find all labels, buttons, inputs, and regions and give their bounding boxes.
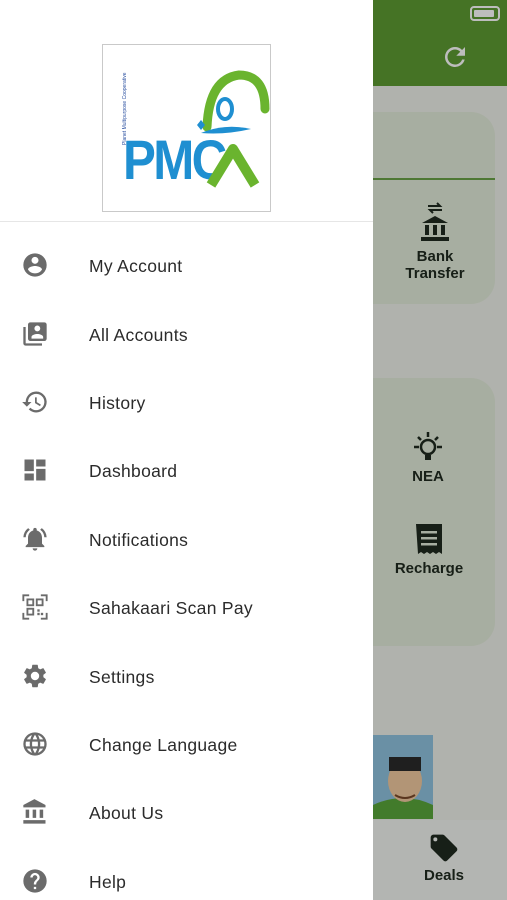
menu-item-change-language[interactable]: Change Language — [0, 713, 373, 773]
account-box-multiple-icon — [23, 322, 47, 346]
logo-figure-icon — [197, 70, 270, 188]
menu-label-dashboard: Dashboard — [89, 461, 178, 481]
menu-label-settings: Settings — [89, 667, 155, 687]
menu-label-notifications: Notifications — [89, 530, 189, 550]
notifications-active-icon — [23, 527, 47, 551]
history-icon — [22, 391, 47, 413]
menu-label-history: History — [89, 393, 146, 413]
menu-item-notifications[interactable]: Notifications — [0, 508, 373, 568]
menu-item-settings[interactable]: Settings — [0, 645, 373, 705]
globe-icon — [23, 732, 47, 756]
help-circle-icon — [23, 869, 47, 893]
drawer-header: Planet Multipurpose Cooperative PMC — [0, 0, 373, 222]
menu-label-help: Help — [89, 872, 127, 892]
menu-item-my-account[interactable]: My Account — [0, 234, 373, 294]
account-circle-icon — [23, 253, 47, 277]
menu-label-my-account: My Account — [89, 256, 183, 276]
dashboard-icon — [24, 459, 46, 481]
menu-item-dashboard[interactable]: Dashboard — [0, 439, 373, 499]
menu-item-all-accounts[interactable]: All Accounts — [0, 303, 373, 363]
menu-item-help[interactable]: Help — [0, 850, 373, 900]
institution-icon — [23, 799, 46, 824]
pmc-logo: Planet Multipurpose Cooperative PMC — [102, 44, 271, 212]
menu-label-about-us: About Us — [89, 803, 164, 823]
settings-gear-icon — [24, 664, 46, 688]
navigation-drawer: Planet Multipurpose Cooperative PMC My A… — [0, 0, 373, 900]
menu-item-about-us[interactable]: About Us — [0, 781, 373, 841]
menu-label-sahakaari-scan-pay: Sahakaari Scan Pay — [89, 598, 253, 618]
menu-label-all-accounts: All Accounts — [89, 325, 188, 345]
menu-label-change-language: Change Language — [89, 735, 238, 755]
menu-item-history[interactable]: History — [0, 371, 373, 431]
qr-code-scan-icon — [22, 594, 48, 620]
menu-item-sahakaari-scan-pay[interactable]: Sahakaari Scan Pay — [0, 576, 373, 636]
